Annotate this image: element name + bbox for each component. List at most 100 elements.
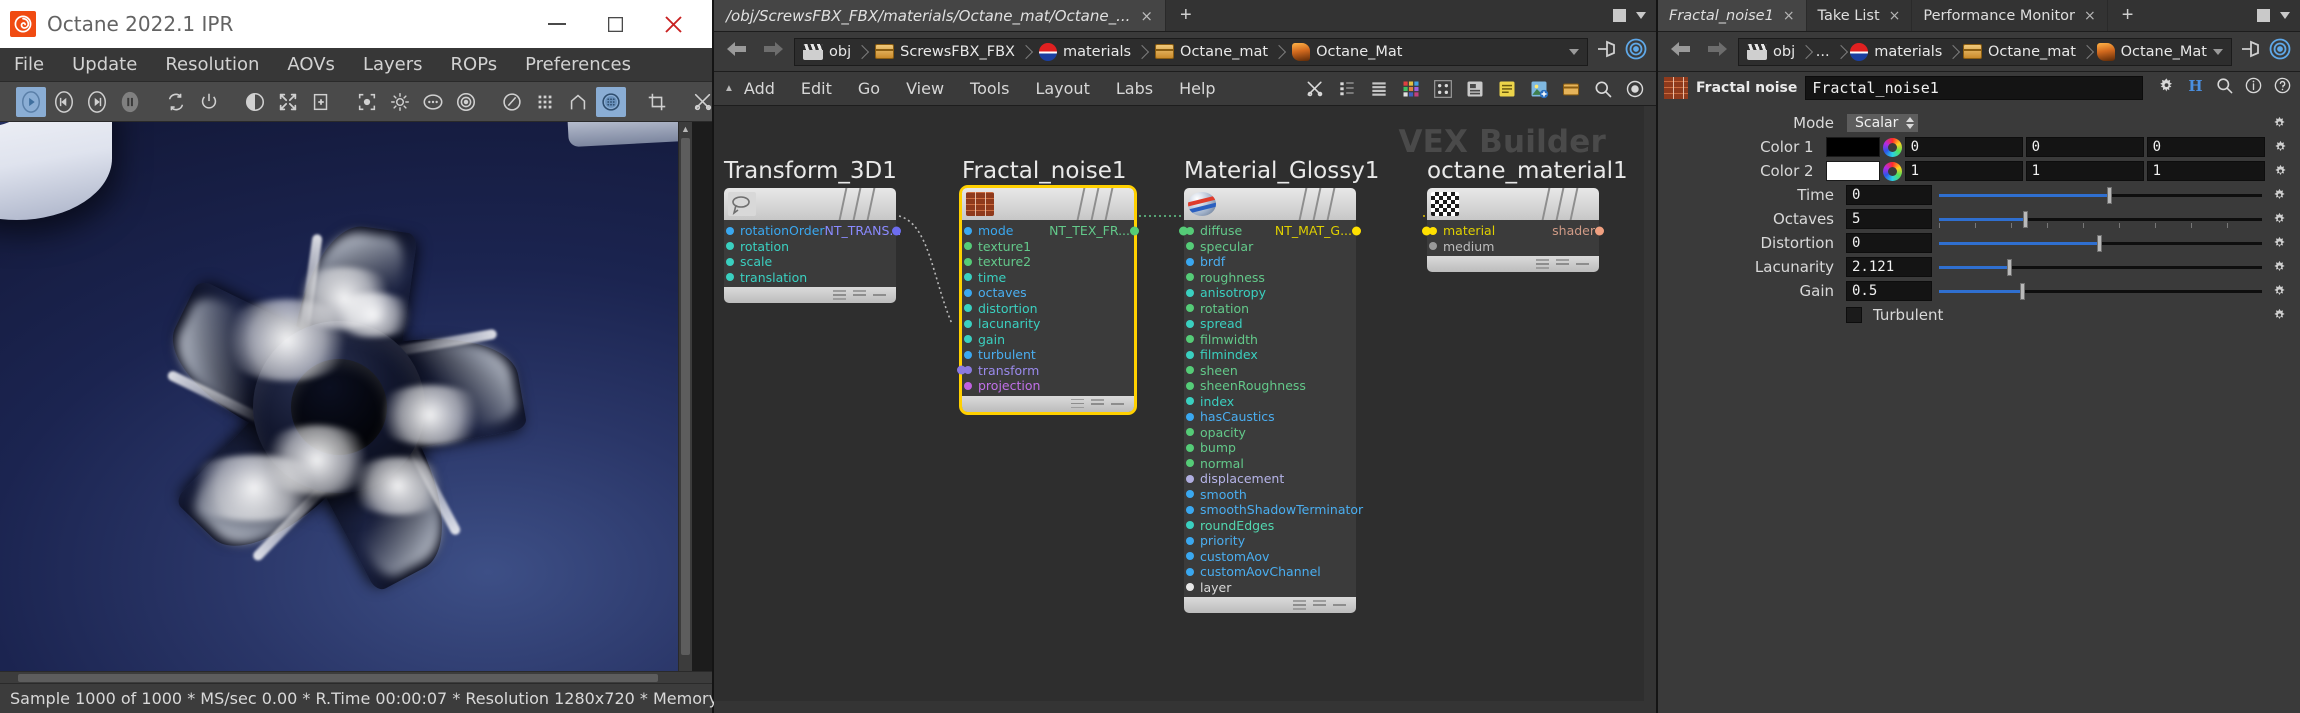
close-button[interactable] [644,0,702,48]
port-rotation[interactable]: rotation [724,239,896,255]
network-horizontal-scrollbar[interactable] [714,701,1656,713]
network-menu-layout[interactable]: Layout [1035,79,1089,98]
sun-icon[interactable] [385,87,415,117]
help-icon[interactable] [2273,76,2292,100]
port-specular[interactable]: specular [1184,239,1356,255]
port-smooth[interactable]: smooth [1184,487,1356,503]
houdini-h-icon[interactable]: H [2186,76,2205,100]
viewport-vertical-scrollbar[interactable]: ▲ [678,122,692,671]
color1-swatch[interactable] [1826,137,1880,157]
color-wheel-icon[interactable] [1883,138,1902,157]
slider-knob[interactable] [2107,187,2112,204]
grid-dots-icon[interactable] [530,87,560,117]
color1-b-field[interactable]: 0 [2147,137,2265,157]
target-rings-icon[interactable] [451,87,481,117]
port-turbulent[interactable]: turbulent [962,347,1134,363]
breadcrumb-item-screwsfbx[interactable]: ScrewsFBX_FBX [867,39,1021,65]
notes-icon[interactable] [1494,76,1520,102]
color-wheel-icon[interactable] [1883,162,1902,181]
port-brdf[interactable]: brdf [1184,254,1356,270]
network-menu-edit[interactable]: Edit [801,79,832,98]
breadcrumb-item-materials[interactable]: materials [1842,39,1948,65]
pin-icon[interactable] [2238,38,2262,65]
slider-knob[interactable] [2023,211,2028,228]
port-roundedges[interactable]: roundEdges [1184,518,1356,534]
port-hascaustics[interactable]: hasCaustics [1184,409,1356,425]
input-dot[interactable] [1422,226,1431,235]
network-menu-help[interactable]: Help [1179,79,1215,98]
network-menu-add[interactable]: Add [744,79,775,98]
gear-icon[interactable] [2157,76,2176,100]
scroll-thumb-horizontal[interactable] [18,674,658,682]
port-rotationorder[interactable]: rotationOrder NT_TRANS... [724,223,896,239]
port-medium[interactable]: medium [1427,239,1599,255]
chevron-down-icon[interactable] [1569,49,1587,55]
time-field[interactable]: 0 [1846,185,1932,205]
ellipsis-circle-icon[interactable] [418,87,448,117]
port-octaves[interactable]: octaves [962,285,1134,301]
render-image[interactable] [0,122,678,671]
port-spread[interactable]: spread [1184,316,1356,332]
node-fractal-noise1[interactable]: Fractal_noise1 mode NT_TEX_FR... tex [962,158,1134,412]
port-customaov[interactable]: customAov [1184,549,1356,565]
octane-menu-aovs[interactable]: AOVs [287,54,335,75]
network-menu-view[interactable]: View [906,79,944,98]
node-body[interactable]: rotationOrder NT_TRANS... rotation scale [724,188,896,303]
minimize-button[interactable] [528,0,586,48]
gain-field[interactable]: 0.5 [1846,281,1932,301]
lacunarity-field[interactable]: 2.121 [1846,257,1932,277]
network-menu-go[interactable]: Go [858,79,880,98]
node-footer[interactable] [1427,256,1599,272]
target-rings-icon[interactable] [2268,37,2292,66]
display-options-icon[interactable] [1462,76,1488,102]
node-octane-material1[interactable]: octane_material1 material shader [1427,158,1628,272]
port-sheen[interactable]: sheen [1184,363,1356,379]
maximize-pane-icon[interactable] [1613,9,1626,22]
refresh-button[interactable] [161,87,191,117]
tab-take-list[interactable]: Take List × [1807,0,1913,31]
copy-plus-icon[interactable] [306,87,336,117]
gear-icon[interactable] [2268,235,2290,252]
pin-icon[interactable] [1594,38,1618,65]
node-flags[interactable] [1296,188,1348,220]
forward-arrow-icon[interactable] [758,39,788,65]
node-footer[interactable] [724,287,896,303]
octane-menu-rops[interactable]: ROPs [451,54,498,75]
node-name-field[interactable]: Fractal_noise1 [1805,76,2143,100]
turbulent-checkbox[interactable] [1846,307,1862,323]
slider-knob[interactable] [2097,235,2102,252]
tab-fractal-noise1[interactable]: Fractal_noise1 × [1658,0,1807,31]
breadcrumb-item-octane-mat[interactable]: Octane_mat [1955,39,2082,65]
add-tab-button[interactable]: + [2108,0,2148,31]
crop-icon[interactable] [642,87,672,117]
search-icon[interactable] [2215,76,2234,100]
distortion-field[interactable]: 0 [1846,233,1932,253]
port-texture1[interactable]: texture1 [962,239,1134,255]
port-diffuse[interactable]: diffuse NT_MAT_G... [1184,223,1356,239]
node-footer[interactable] [1184,597,1356,613]
focus-brackets-icon[interactable] [352,87,382,117]
node-body[interactable]: mode NT_TEX_FR... texture1 texture2 time… [962,188,1134,412]
port-scale[interactable]: scale [724,254,896,270]
gear-icon[interactable] [2268,115,2290,132]
network-menu-tools[interactable]: Tools [970,79,1009,98]
lacunarity-slider[interactable] [1939,257,2262,277]
port-transform[interactable]: transform [962,363,1134,379]
breadcrumb-item-obj[interactable]: obj [1739,39,1801,65]
network-editor-canvas[interactable]: VEX Builder Transform_3D1 [714,106,1656,713]
gear-icon[interactable] [2268,307,2290,324]
slider-knob[interactable] [2007,259,2012,276]
node-body[interactable]: material shader medium [1427,188,1599,272]
breadcrumb-item-octane-mat-node[interactable]: Octane_Mat [2089,39,2213,65]
port-anisotropy[interactable]: anisotropy [1184,285,1356,301]
maximize-button[interactable] [586,0,644,48]
chevron-down-icon[interactable] [2213,49,2231,55]
octane-menu-layers[interactable]: Layers [363,54,423,75]
port-priority[interactable]: priority [1184,533,1356,549]
input-dot[interactable] [957,366,966,375]
color1-r-field[interactable]: 0 [1905,137,2023,157]
octaves-field[interactable]: 5 [1846,209,1932,229]
color2-g-field[interactable]: 1 [2026,161,2144,181]
image-add-icon[interactable] [1526,76,1552,102]
gear-icon[interactable] [2268,259,2290,276]
